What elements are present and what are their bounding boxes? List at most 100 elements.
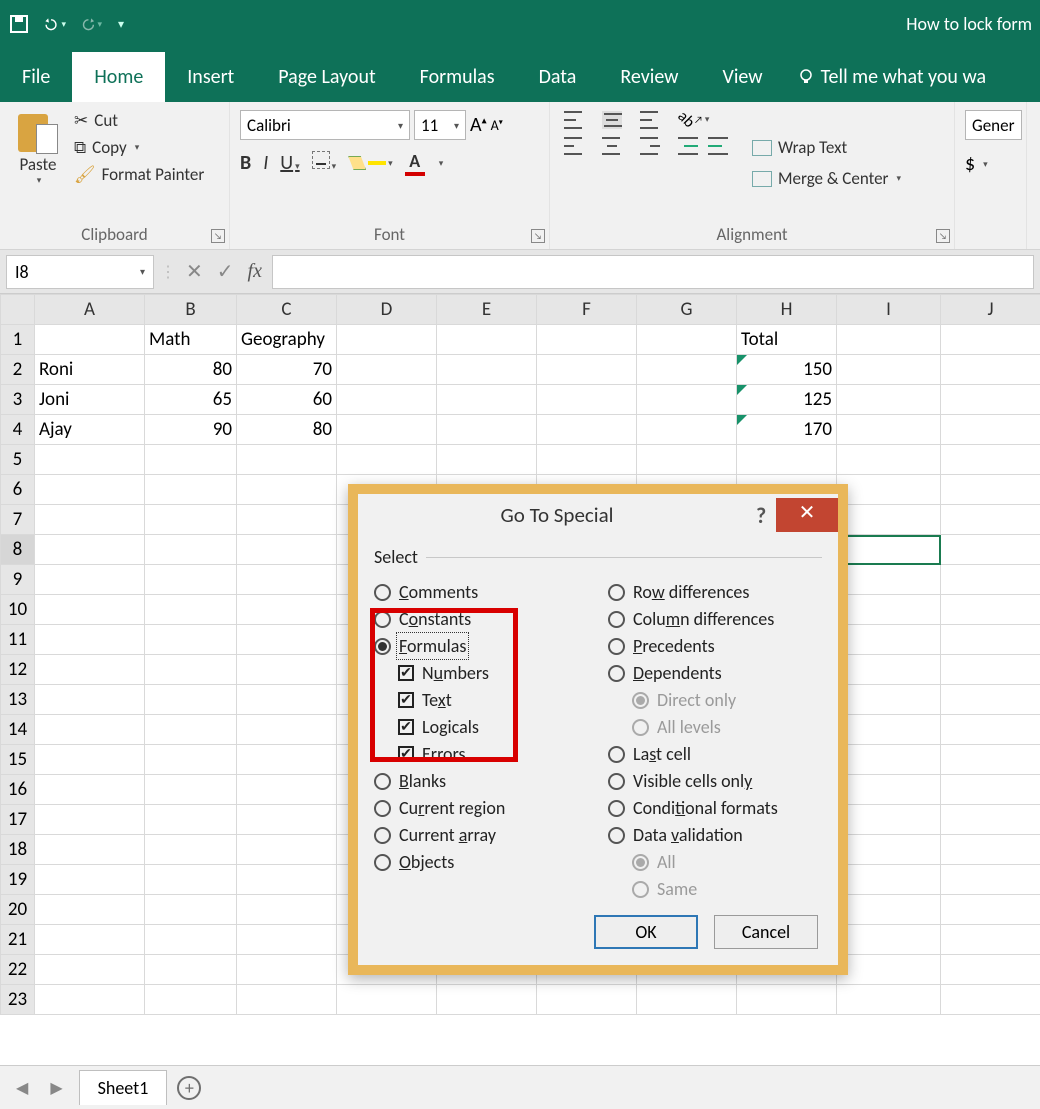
cell[interactable] xyxy=(537,325,637,355)
cell[interactable] xyxy=(145,625,237,655)
cell[interactable] xyxy=(941,565,1040,595)
cell[interactable] xyxy=(837,475,941,505)
cell[interactable] xyxy=(437,325,537,355)
radio-current-region[interactable]: Current region xyxy=(374,797,588,819)
close-icon[interactable]: ✕ xyxy=(776,498,838,532)
cell[interactable]: Roni xyxy=(35,355,145,385)
cell[interactable] xyxy=(35,625,145,655)
cell[interactable] xyxy=(837,355,941,385)
cell[interactable] xyxy=(837,925,941,955)
enter-formula-icon[interactable]: ✓ xyxy=(217,259,234,284)
cell[interactable] xyxy=(537,355,637,385)
cell[interactable] xyxy=(237,715,337,745)
cell[interactable] xyxy=(145,655,237,685)
col-header[interactable]: I xyxy=(837,295,941,325)
row-header[interactable]: 22 xyxy=(1,955,35,985)
cell[interactable] xyxy=(837,805,941,835)
cell[interactable] xyxy=(237,925,337,955)
cell[interactable]: 150 xyxy=(737,355,837,385)
row-header[interactable]: 11 xyxy=(1,625,35,655)
underline-button[interactable]: U▾ xyxy=(280,151,299,175)
chevron-down-icon[interactable]: ▾ xyxy=(135,142,140,153)
cell[interactable] xyxy=(145,745,237,775)
wrap-text-button[interactable]: Wrap Text xyxy=(752,135,901,160)
cell[interactable] xyxy=(35,445,145,475)
radio-conditional-formats[interactable]: Conditional formats xyxy=(608,797,822,819)
cell[interactable] xyxy=(145,565,237,595)
merge-center-button[interactable]: Merge & Center▾ xyxy=(752,166,901,191)
cell[interactable] xyxy=(437,445,537,475)
tab-file[interactable]: File xyxy=(0,52,72,102)
cell[interactable] xyxy=(237,865,337,895)
cell[interactable] xyxy=(837,715,941,745)
cell[interactable] xyxy=(941,325,1040,355)
cell[interactable]: 80 xyxy=(237,415,337,445)
cell[interactable] xyxy=(941,715,1040,745)
row-header[interactable]: 16 xyxy=(1,775,35,805)
cell[interactable] xyxy=(941,505,1040,535)
cell[interactable] xyxy=(941,475,1040,505)
redo-icon[interactable]: ▾ xyxy=(80,13,102,35)
row-header[interactable]: 20 xyxy=(1,895,35,925)
cell[interactable] xyxy=(145,445,237,475)
cell[interactable]: 90 xyxy=(145,415,237,445)
font-name-combo[interactable]: Calibri▾ xyxy=(240,110,410,140)
checkbox-numbers[interactable]: ✔Numbers xyxy=(398,662,588,684)
italic-button[interactable]: I xyxy=(263,151,268,175)
cell[interactable]: 170 xyxy=(737,415,837,445)
align-bottom-icon[interactable] xyxy=(640,111,660,129)
cell[interactable] xyxy=(35,655,145,685)
cell[interactable] xyxy=(35,955,145,985)
cell[interactable] xyxy=(237,535,337,565)
cell[interactable] xyxy=(941,835,1040,865)
cell[interactable]: 80 xyxy=(145,355,237,385)
cell[interactable] xyxy=(35,475,145,505)
cell[interactable] xyxy=(337,355,437,385)
fill-color-button[interactable]: ▾ xyxy=(348,156,393,170)
cell[interactable] xyxy=(537,385,637,415)
cell[interactable] xyxy=(437,385,537,415)
cell[interactable] xyxy=(237,505,337,535)
cell[interactable] xyxy=(837,535,941,565)
cell[interactable] xyxy=(237,955,337,985)
cell[interactable] xyxy=(145,775,237,805)
increase-font-icon[interactable]: A▴ xyxy=(470,113,487,137)
dialog-launcher-icon[interactable]: ↘ xyxy=(936,229,950,243)
cell[interactable] xyxy=(237,805,337,835)
radio-dependents[interactable]: Dependents xyxy=(608,662,822,684)
add-sheet-icon[interactable]: + xyxy=(177,1076,201,1100)
align-right-icon[interactable] xyxy=(640,137,660,155)
align-center-icon[interactable] xyxy=(602,137,622,155)
cell[interactable] xyxy=(35,985,145,1015)
cell[interactable] xyxy=(837,505,941,535)
bold-button[interactable]: B xyxy=(240,151,251,175)
dialog-launcher-icon[interactable]: ↘ xyxy=(211,229,225,243)
cell[interactable] xyxy=(837,565,941,595)
cell[interactable] xyxy=(35,745,145,775)
paste-button[interactable]: Paste ▾ xyxy=(6,106,70,220)
cell[interactable] xyxy=(337,445,437,475)
cell[interactable] xyxy=(837,775,941,805)
cell[interactable] xyxy=(237,475,337,505)
row-header[interactable]: 4 xyxy=(1,415,35,445)
cell[interactable] xyxy=(35,775,145,805)
col-header[interactable]: H xyxy=(737,295,837,325)
row-header[interactable]: 10 xyxy=(1,595,35,625)
cell[interactable] xyxy=(35,685,145,715)
cell[interactable] xyxy=(837,685,941,715)
cell[interactable] xyxy=(537,415,637,445)
row-header[interactable]: 12 xyxy=(1,655,35,685)
align-middle-icon[interactable] xyxy=(602,111,622,129)
cell[interactable] xyxy=(237,985,337,1015)
cell[interactable]: Math xyxy=(145,325,237,355)
cell[interactable] xyxy=(837,445,941,475)
tab-data[interactable]: Data xyxy=(517,52,599,102)
number-format-combo[interactable]: Gener xyxy=(965,110,1022,140)
row-header[interactable]: 3 xyxy=(1,385,35,415)
cell[interactable] xyxy=(337,385,437,415)
cell[interactable] xyxy=(145,865,237,895)
cell[interactable]: 60 xyxy=(237,385,337,415)
radio-data-validation[interactable]: Data validation xyxy=(608,824,822,846)
orientation-button[interactable]: ab↗▾ xyxy=(678,110,709,129)
cell[interactable] xyxy=(637,385,737,415)
